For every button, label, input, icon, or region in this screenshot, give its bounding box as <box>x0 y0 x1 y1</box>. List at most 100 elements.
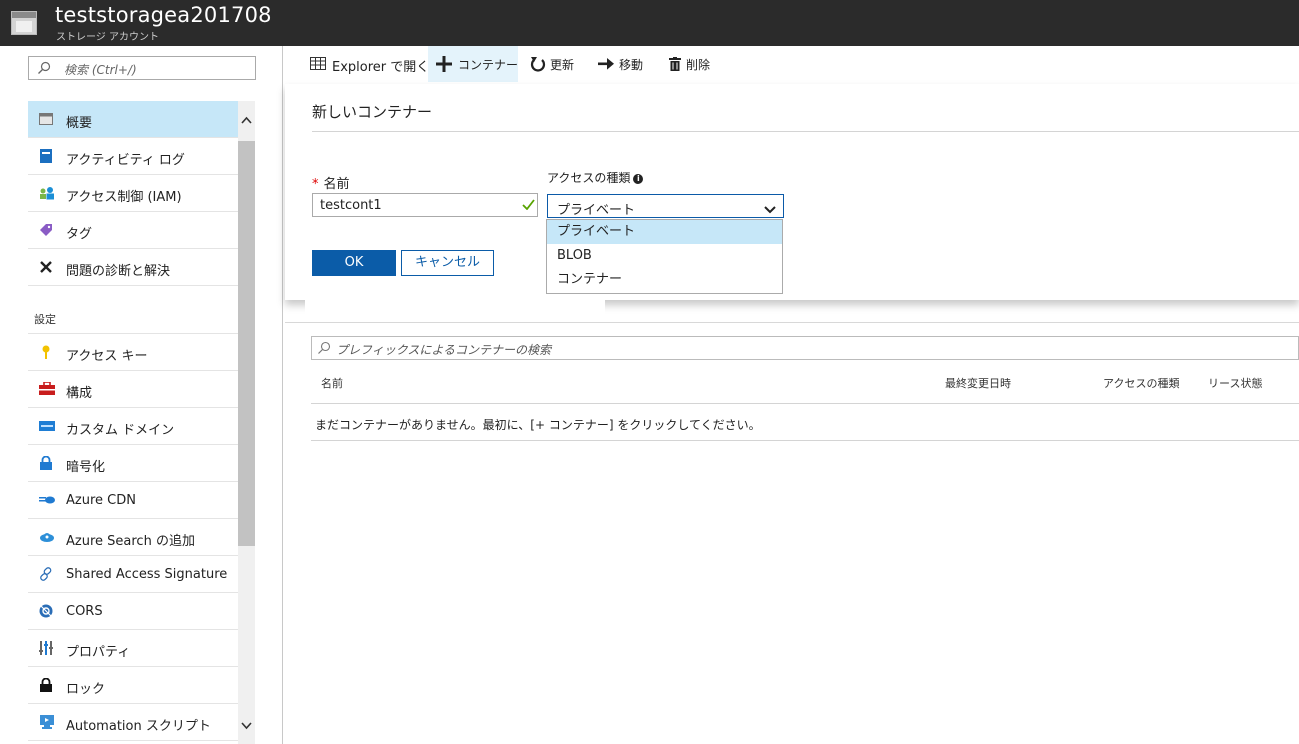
dropdown-option-container[interactable]: コンテナー <box>547 268 782 292</box>
sidebar-item-overview[interactable]: 概要 <box>28 101 238 138</box>
name-label-text: 名前 <box>323 177 350 192</box>
divider <box>311 440 1299 441</box>
properties-icon <box>39 641 53 655</box>
custom-domain-icon <box>39 419 55 433</box>
cancel-button[interactable]: キャンセル <box>401 250 494 276</box>
sidebar-item-configuration[interactable]: 構成 <box>28 371 238 408</box>
info-icon[interactable]: i <box>633 174 644 184</box>
sidebar-item-label: 概要 <box>66 116 93 131</box>
sidebar-item-label: CORS <box>66 604 103 619</box>
sidebar-item-label: カスタム ドメイン <box>66 423 175 438</box>
container-name-value: testcont1 <box>320 198 382 213</box>
sidebar: 検索 (Ctrl+/) 概要 アクティビティ ログ アクセス制御 (IAM) タ… <box>0 46 283 744</box>
sidebar-item-azure-cdn[interactable]: Azure CDN <box>28 482 238 519</box>
activity-log-icon <box>39 149 53 163</box>
chevron-down-icon[interactable] <box>241 719 252 733</box>
sidebar-item-custom-domain[interactable]: カスタム ドメイン <box>28 408 238 445</box>
trash-icon <box>669 57 681 75</box>
sidebar-item-lock[interactable]: ロック <box>28 667 238 704</box>
empty-state-message: まだコンテナーがありません。最初に、[+ コンテナー] をクリックしてください。 <box>315 418 761 432</box>
sidebar-item-label: アクセス キー <box>66 349 148 364</box>
sidebar-search-input[interactable]: 検索 (Ctrl+/) <box>28 56 256 80</box>
title-bar: teststoragea201708 ストレージ アカウント <box>0 0 1299 46</box>
access-type-selected: プライベート <box>557 203 636 218</box>
sidebar-search-placeholder: 検索 (Ctrl+/) <box>64 63 137 77</box>
scrollbar-thumb[interactable] <box>238 141 255 546</box>
sidebar-item-diagnose[interactable]: 問題の診断と解決 <box>28 249 238 286</box>
sidebar-item-access-control[interactable]: アクセス制御 (IAM) <box>28 175 238 212</box>
diagnose-icon <box>39 260 53 274</box>
delete-label: 削除 <box>686 58 711 72</box>
plus-icon <box>436 56 452 76</box>
sidebar-item-cors[interactable]: CORS <box>28 593 238 630</box>
sidebar-item-azure-search[interactable]: Azure Search の追加 <box>28 519 238 556</box>
access-type-dropdown: プライベート BLOB コンテナー <box>546 219 783 294</box>
storage-account-icon <box>11 11 37 35</box>
refresh-button[interactable]: 更新 <box>528 46 586 82</box>
sidebar-item-encryption[interactable]: 暗号化 <box>28 445 238 482</box>
move-button[interactable]: 移動 <box>596 46 652 82</box>
tag-icon <box>39 223 53 237</box>
sidebar-item-activity-log[interactable]: アクティビティ ログ <box>28 138 238 175</box>
lock-icon <box>39 455 53 470</box>
chevron-down-icon <box>764 203 776 217</box>
divider <box>311 403 1299 404</box>
column-header-lease-state[interactable]: リース状態 <box>1208 375 1262 391</box>
panel-shadow-strip <box>305 300 605 321</box>
search-icon <box>317 341 331 358</box>
divider <box>285 322 1299 323</box>
container-name-input[interactable]: testcont1 <box>312 193 538 217</box>
sidebar-item-tags[interactable]: タグ <box>28 212 238 249</box>
open-in-explorer-button[interactable]: Explorer で開く <box>308 46 430 82</box>
link-icon <box>39 567 53 581</box>
column-header-name[interactable]: 名前 <box>321 375 343 391</box>
name-label: * 名前 <box>312 173 350 192</box>
sidebar-section-label: 設定 <box>34 313 56 326</box>
access-type-label-text: アクセスの種類 <box>547 171 631 185</box>
move-label: 移動 <box>619 58 644 72</box>
add-container-button[interactable]: コンテナー <box>428 46 518 82</box>
sidebar-item-access-keys[interactable]: アクセス キー <box>28 334 238 371</box>
sidebar-item-label: アクセス制御 (IAM) <box>66 190 182 205</box>
dropdown-option-private[interactable]: プライベート <box>547 220 782 244</box>
page-subtitle: ストレージ アカウント <box>56 32 159 43</box>
sidebar-item-properties[interactable]: プロパティ <box>28 630 238 667</box>
sidebar-item-label: プロパティ <box>66 645 131 660</box>
sidebar-item-label: Azure Search の追加 <box>66 534 195 549</box>
overview-icon <box>39 112 53 126</box>
checkmark-icon <box>522 199 535 213</box>
explorer-label: Explorer で開く <box>332 60 430 75</box>
sidebar-item-sas[interactable]: Shared Access Signature <box>28 556 238 593</box>
command-toolbar: Explorer で開く コンテナー 更新 移動 削除 <box>284 46 1299 82</box>
column-header-access-type[interactable]: アクセスの種類 <box>1103 375 1179 391</box>
dropdown-option-blob[interactable]: BLOB <box>547 244 782 268</box>
panel-title: 新しいコンテナー <box>312 103 433 121</box>
configuration-icon <box>39 381 55 396</box>
required-marker: * <box>312 177 319 192</box>
sidebar-item-label: 構成 <box>66 386 93 401</box>
column-header-last-modified[interactable]: 最終変更日時 <box>945 375 1011 391</box>
arrow-right-icon <box>598 57 614 75</box>
chevron-up-icon[interactable] <box>241 113 252 127</box>
container-label: コンテナー <box>458 58 519 72</box>
refresh-label: 更新 <box>550 58 575 72</box>
sidebar-menu: 概要 アクティビティ ログ アクセス制御 (IAM) タグ 問題の診断と解決 設… <box>28 101 238 741</box>
container-search-placeholder: プレフィックスによるコンテナーの検索 <box>336 343 552 357</box>
search-icon <box>37 61 51 78</box>
sidebar-scrollbar[interactable] <box>238 101 255 744</box>
refresh-icon <box>530 55 546 77</box>
access-type-label: アクセスの種類 i <box>547 169 644 186</box>
access-control-icon <box>39 186 54 200</box>
sidebar-item-label: ロック <box>66 682 106 697</box>
automation-icon <box>39 715 54 729</box>
key-icon <box>39 345 53 359</box>
sidebar-item-label: タグ <box>66 227 93 242</box>
sidebar-item-label: アクティビティ ログ <box>66 153 185 168</box>
access-type-select[interactable]: プライベート <box>547 194 784 218</box>
delete-button[interactable]: 削除 <box>668 46 718 82</box>
cors-icon <box>39 604 53 618</box>
page-title: teststoragea201708 <box>55 3 272 27</box>
container-search-input[interactable]: プレフィックスによるコンテナーの検索 <box>311 336 1299 360</box>
sidebar-item-automation[interactable]: Automation スクリプト <box>28 704 238 741</box>
ok-button[interactable]: OK <box>312 250 396 276</box>
